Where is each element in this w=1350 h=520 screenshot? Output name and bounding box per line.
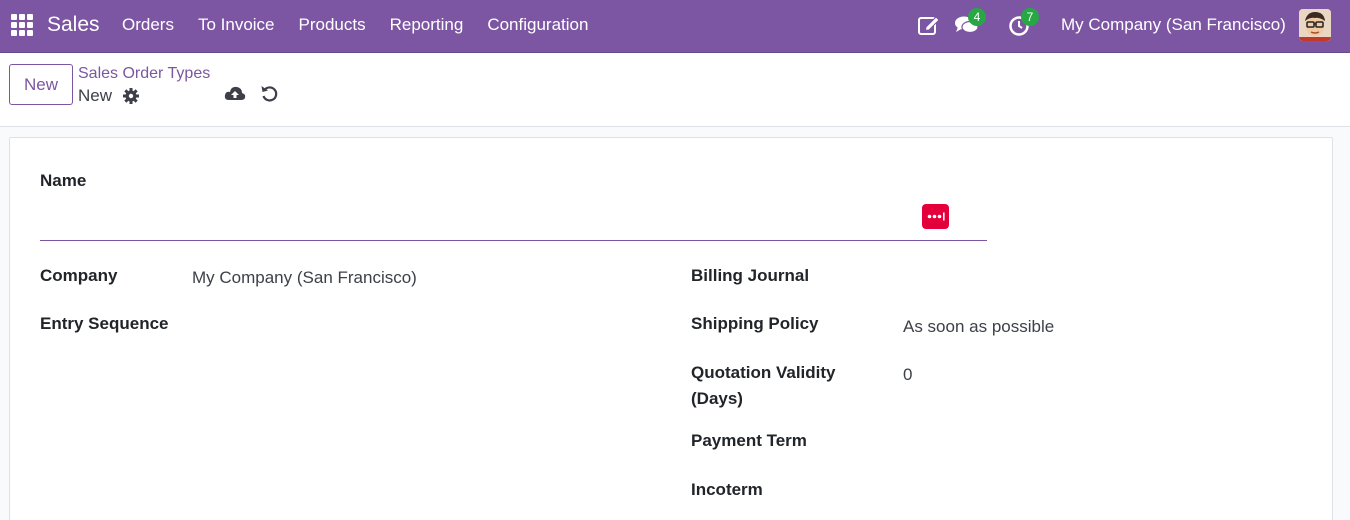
company-field[interactable]: My Company (San Francisco) bbox=[192, 265, 417, 291]
company-switcher[interactable]: My Company (San Francisco) bbox=[1061, 15, 1286, 35]
entry-sequence-label: Entry Sequence bbox=[40, 314, 169, 333]
user-avatar[interactable] bbox=[1299, 9, 1331, 41]
quotation-validity-field[interactable]: 0 bbox=[903, 362, 912, 388]
quotation-validity-label: Quotation Validity (Days) bbox=[691, 360, 836, 412]
messages-badge: 4 bbox=[968, 8, 986, 26]
main-menu: Orders To Invoice Products Reporting Con… bbox=[110, 0, 600, 53]
quotation-validity-label-line2: (Days) bbox=[691, 389, 743, 408]
cloud-upload-icon[interactable] bbox=[224, 84, 246, 104]
menu-configuration[interactable]: Configuration bbox=[475, 0, 600, 53]
clock-icon[interactable]: 7 bbox=[1007, 8, 1039, 38]
app-name[interactable]: Sales bbox=[47, 13, 100, 37]
new-button[interactable]: New bbox=[9, 64, 73, 105]
incoterm-field[interactable] bbox=[903, 477, 1303, 503]
entry-sequence-field[interactable] bbox=[192, 311, 612, 337]
breadcrumb-current: New bbox=[78, 86, 113, 105]
menu-reporting[interactable]: Reporting bbox=[378, 0, 476, 53]
payment-term-field[interactable] bbox=[903, 428, 1303, 454]
name-input[interactable] bbox=[40, 200, 987, 241]
menu-products[interactable]: Products bbox=[287, 0, 378, 53]
billing-journal-label: Billing Journal bbox=[691, 266, 810, 285]
payment-term-label: Payment Term bbox=[691, 431, 807, 450]
chat-bubbles-icon[interactable]: 4 bbox=[954, 8, 986, 38]
undo-icon[interactable] bbox=[260, 84, 279, 103]
billing-journal-field[interactable] bbox=[903, 263, 1303, 289]
quotation-validity-label-line1: Quotation Validity bbox=[691, 363, 836, 382]
password-manager-icon[interactable] bbox=[922, 204, 949, 229]
shipping-policy-label: Shipping Policy bbox=[691, 314, 819, 333]
activities-badge: 7 bbox=[1021, 8, 1039, 26]
breadcrumb-parent[interactable]: Sales Order Types bbox=[78, 65, 210, 83]
incoterm-label: Incoterm bbox=[691, 480, 763, 499]
shipping-policy-field[interactable]: As soon as possible bbox=[903, 314, 1054, 340]
edit-note-icon[interactable] bbox=[916, 12, 942, 38]
gear-icon[interactable] bbox=[122, 87, 140, 105]
top-navbar: Sales Orders To Invoice Products Reporti… bbox=[0, 0, 1350, 53]
apps-grid-icon[interactable] bbox=[11, 14, 33, 36]
control-panel: New Sales Order Types New bbox=[0, 54, 1350, 127]
company-label: Company bbox=[40, 266, 118, 285]
menu-orders[interactable]: Orders bbox=[110, 0, 186, 53]
name-label: Name bbox=[40, 171, 87, 190]
menu-to-invoice[interactable]: To Invoice bbox=[186, 0, 287, 53]
